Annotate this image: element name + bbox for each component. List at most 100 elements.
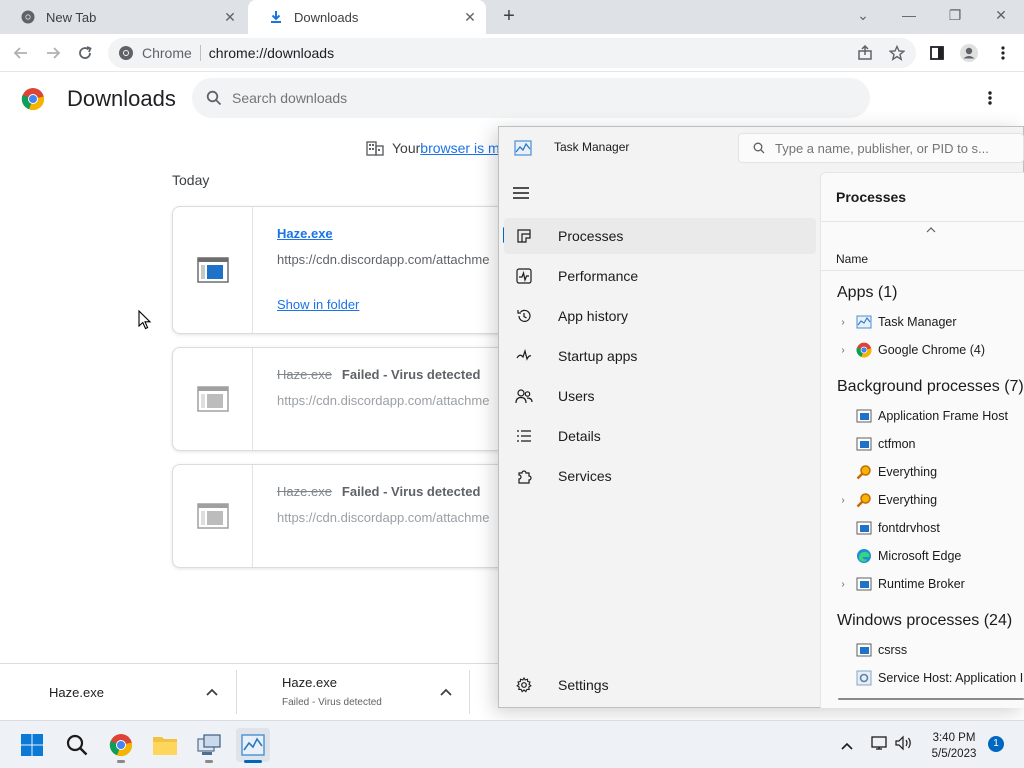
nav-item-services[interactable]: Services bbox=[504, 458, 816, 494]
close-icon[interactable]: ✕ bbox=[222, 9, 238, 25]
nav-item-app-history[interactable]: App history bbox=[504, 298, 816, 334]
running-indicator bbox=[205, 760, 213, 763]
chevron-up-icon[interactable] bbox=[440, 685, 452, 699]
column-header-name[interactable]: Name bbox=[836, 252, 868, 266]
process-name: Service Host: Application In bbox=[878, 671, 1024, 685]
processes-icon bbox=[514, 226, 534, 246]
download-file-link[interactable]: Haze.exe bbox=[277, 226, 333, 241]
process-row[interactable]: Application Frame Host bbox=[836, 404, 1008, 428]
omnibox-url[interactable]: chrome://downloads bbox=[209, 45, 334, 61]
download-url: https://cdn.discordapp.com/attachme bbox=[277, 252, 490, 267]
tab-new-tab[interactable]: New Tab ✕ bbox=[0, 0, 246, 34]
process-row[interactable]: fontdrvhost bbox=[836, 516, 940, 540]
taskbar-search-icon[interactable] bbox=[60, 728, 94, 762]
bookmark-star-icon[interactable] bbox=[884, 40, 910, 66]
volume-icon[interactable] bbox=[894, 735, 914, 756]
show-in-folder-link[interactable]: Show in folder bbox=[277, 297, 359, 312]
notification-badge[interactable]: 1 bbox=[988, 736, 1004, 752]
nav-item-settings[interactable]: Settings bbox=[504, 667, 816, 703]
download-url: https://cdn.discordapp.com/attachme bbox=[277, 510, 490, 525]
download-file-name: Haze.exe bbox=[277, 484, 332, 499]
process-row[interactable]: Microsoft Edge bbox=[836, 544, 961, 568]
process-row[interactable]: csrss bbox=[836, 638, 907, 662]
history-icon bbox=[514, 306, 534, 326]
tab-title: New Tab bbox=[46, 9, 97, 25]
horizontal-scrollbar[interactable] bbox=[838, 698, 1024, 700]
taskbar-clock[interactable]: 3:40 PM 5/5/2023 bbox=[922, 730, 986, 762]
exe-file-icon bbox=[196, 257, 229, 283]
nav-item-startup-apps[interactable]: Startup apps bbox=[504, 338, 816, 374]
shelf-item[interactable]: Haze.exe bbox=[0, 663, 236, 720]
process-row[interactable]: Everything bbox=[836, 460, 937, 484]
chevron-right-icon[interactable]: › bbox=[836, 579, 850, 590]
taskbar-network-app-icon[interactable] bbox=[192, 728, 226, 762]
hamburger-menu-icon[interactable] bbox=[512, 186, 534, 204]
reload-button[interactable] bbox=[72, 40, 98, 66]
chevron-right-icon[interactable]: › bbox=[836, 345, 850, 356]
group-header-background: Background processes (7) bbox=[837, 378, 1024, 395]
nav-item-users[interactable]: Users bbox=[504, 378, 816, 414]
profile-avatar-icon[interactable] bbox=[956, 40, 982, 66]
omnibox[interactable]: Chrome chrome://downloads bbox=[108, 38, 916, 68]
minimize-button[interactable]: — bbox=[886, 0, 932, 30]
shelf-item-name: Haze.exe bbox=[282, 675, 337, 690]
group-header-windows: Windows processes (24) bbox=[837, 612, 1013, 629]
show-hidden-icons-chevron-icon[interactable] bbox=[840, 738, 854, 756]
app-window-icon bbox=[856, 642, 872, 658]
details-list-icon bbox=[514, 426, 534, 446]
restore-button[interactable]: ❐ bbox=[932, 0, 978, 30]
file-icon-box bbox=[173, 207, 253, 333]
chrome-icon bbox=[856, 342, 872, 358]
process-name: ctfmon bbox=[878, 437, 916, 451]
share-icon[interactable] bbox=[852, 40, 878, 66]
download-item: Haze.exe Failed - Virus detected https://… bbox=[172, 464, 532, 568]
chevron-up-icon[interactable] bbox=[206, 685, 218, 699]
running-indicator bbox=[117, 760, 125, 763]
process-search-input[interactable] bbox=[775, 140, 1015, 156]
downloads-search-input[interactable] bbox=[232, 90, 832, 106]
forward-button[interactable] bbox=[40, 40, 66, 66]
process-row[interactable]: › Task Manager bbox=[836, 310, 956, 334]
close-window-button[interactable]: ✕ bbox=[978, 0, 1024, 30]
back-button[interactable] bbox=[8, 40, 34, 66]
file-icon-box bbox=[173, 465, 253, 567]
close-icon[interactable]: ✕ bbox=[462, 9, 478, 25]
nav-item-label: Details bbox=[558, 428, 601, 444]
omnibox-site-label: Chrome bbox=[142, 45, 192, 61]
process-row[interactable]: › Google Chrome (4) bbox=[836, 338, 985, 362]
nav-item-performance[interactable]: Performance bbox=[504, 258, 816, 294]
process-search-box[interactable] bbox=[738, 133, 1024, 163]
process-name: fontdrvhost bbox=[878, 521, 940, 535]
process-row[interactable]: › Everything bbox=[836, 488, 937, 512]
nav-item-details[interactable]: Details bbox=[504, 418, 816, 454]
more-actions-icon[interactable] bbox=[978, 86, 1002, 110]
network-icon[interactable] bbox=[870, 735, 888, 756]
taskbar-file-explorer-icon[interactable] bbox=[148, 728, 182, 762]
task-manager-icon bbox=[856, 314, 872, 330]
mouse-cursor-icon bbox=[138, 309, 152, 335]
process-name: Microsoft Edge bbox=[878, 549, 962, 563]
download-item: Haze.exe Failed - Virus detected https://… bbox=[172, 347, 532, 451]
process-row[interactable]: › Runtime Broker bbox=[836, 572, 965, 596]
shelf-item[interactable]: Haze.exe Failed - Virus detected bbox=[237, 663, 469, 720]
taskbar-chrome-icon[interactable] bbox=[104, 728, 138, 762]
new-tab-button[interactable]: + bbox=[498, 6, 520, 28]
tab-search-icon[interactable]: ⌄ bbox=[840, 0, 886, 30]
taskbar-task-manager-icon[interactable] bbox=[236, 728, 270, 762]
task-manager-title: Task Manager bbox=[554, 140, 630, 154]
process-row[interactable]: ctfmon bbox=[836, 432, 916, 456]
side-panel-icon[interactable] bbox=[924, 40, 950, 66]
magnifier-icon bbox=[856, 464, 872, 480]
nav-item-label: Services bbox=[558, 468, 612, 484]
nav-item-processes[interactable]: Processes bbox=[504, 218, 816, 254]
sort-ascending-icon[interactable] bbox=[926, 224, 936, 236]
chevron-right-icon[interactable]: › bbox=[836, 317, 850, 328]
nav-item-label: Settings bbox=[558, 677, 609, 693]
managed-link[interactable]: browser is ma bbox=[420, 140, 507, 156]
process-row[interactable]: Service Host: Application In bbox=[836, 666, 1024, 690]
windows-start-icon[interactable] bbox=[15, 728, 49, 762]
downloads-search-box[interactable] bbox=[192, 78, 870, 118]
chevron-right-icon[interactable]: › bbox=[836, 495, 850, 506]
tab-downloads[interactable]: Downloads ✕ bbox=[248, 0, 486, 34]
chrome-menu-icon[interactable] bbox=[990, 40, 1016, 66]
